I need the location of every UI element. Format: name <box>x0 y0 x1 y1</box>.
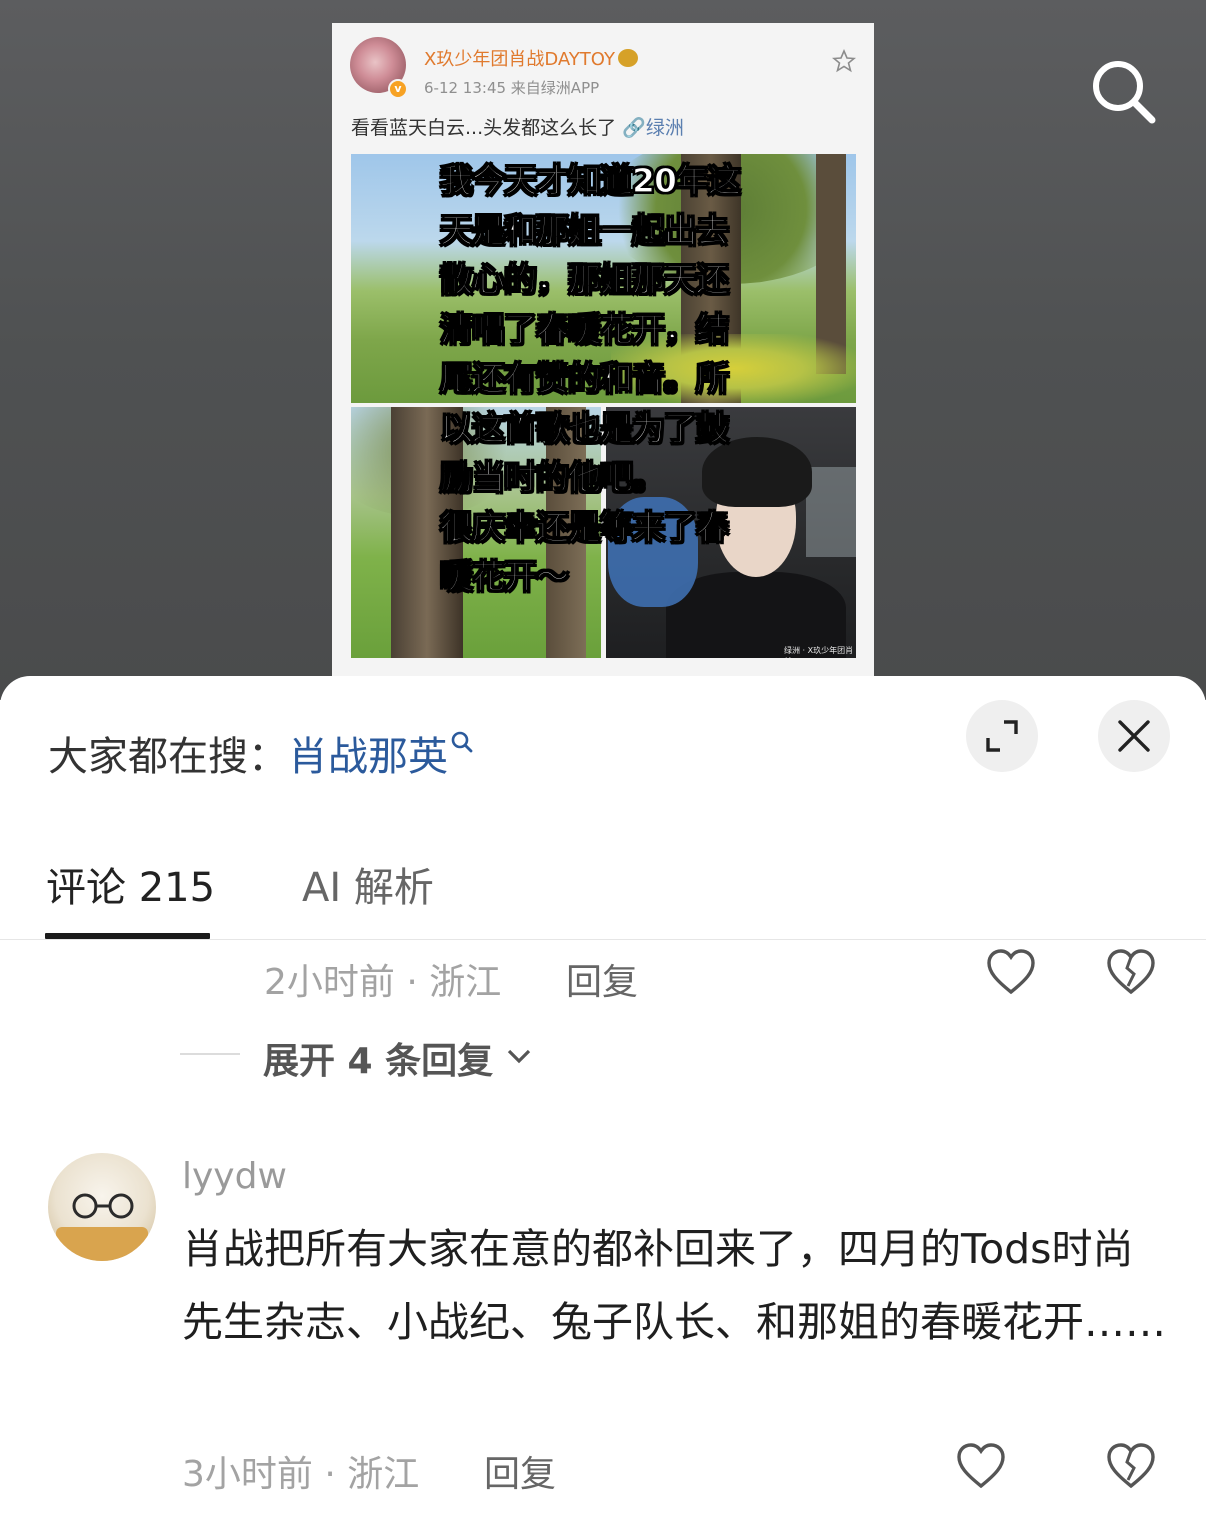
broken-heart-icon <box>1107 949 1155 995</box>
close-button[interactable] <box>1098 700 1170 772</box>
book-icon <box>56 1227 148 1261</box>
crown-icon <box>617 49 638 67</box>
favorite-button[interactable] <box>831 48 857 73</box>
like-button[interactable] <box>956 1442 1006 1494</box>
close-icon <box>1118 720 1150 752</box>
dislike-button[interactable] <box>1106 948 1156 1000</box>
trending-search[interactable]: 大家都在搜：肖战那英 <box>48 724 474 782</box>
post-text-body: 看看蓝天白云...头发都这么长了 <box>351 117 617 139</box>
like-button[interactable] <box>986 948 1036 1000</box>
photo-watermark: 绿洲 · X玖少年团肖战DAYTOY <box>784 646 854 658</box>
post-link[interactable]: 🔗绿洲 <box>622 117 684 139</box>
trending-label: 大家都在搜： <box>48 734 288 780</box>
replies-divider <box>180 1053 240 1055</box>
tab-ai-analysis[interactable]: AI 解析 <box>302 855 434 913</box>
search-icon <box>1093 61 1156 124</box>
comment-meta: 3小时前 · 浙江 <box>182 1454 420 1495</box>
heart-icon <box>987 949 1035 995</box>
tabs-divider <box>0 939 1206 940</box>
tab-comments[interactable]: 评论 215 <box>46 855 215 913</box>
expand-icon <box>986 720 1018 752</box>
comment-sheet <box>0 676 1206 1519</box>
comment-meta: 2小时前 · 浙江 <box>264 962 502 1003</box>
search-icon <box>451 731 473 753</box>
star-icon <box>831 48 857 73</box>
avatar[interactable] <box>48 1153 156 1261</box>
post-author-label: X玖少年团肖战DAYTOY <box>424 49 615 70</box>
chevron-down-icon <box>507 1049 530 1064</box>
search-button[interactable] <box>1086 54 1162 130</box>
expand-button[interactable] <box>966 700 1038 772</box>
dislike-button[interactable] <box>1106 1442 1156 1494</box>
post-author-avatar[interactable]: v <box>350 37 408 99</box>
post-meta: 6-12 13:45 来自绿洲APP <box>424 79 600 97</box>
trending-value[interactable]: 肖战那英 <box>288 734 448 780</box>
verified-badge-icon: v <box>388 79 408 99</box>
expand-replies-label: 展开 4 条回复 <box>263 1041 494 1082</box>
post-preview-backdrop: v X玖少年团肖战DAYTOY 6-12 13:45 来自绿洲APP 看看蓝天白… <box>0 0 1206 700</box>
post-card[interactable]: v X玖少年团肖战DAYTOY 6-12 13:45 来自绿洲APP 看看蓝天白… <box>332 23 874 683</box>
broken-heart-icon <box>1107 1443 1155 1489</box>
post-author-name[interactable]: X玖少年团肖战DAYTOY <box>424 45 638 71</box>
comment-body: 肖战把所有大家在意的都补回来了，四月的Tods时尚先生杂志、小战纪、兔子队长、和… <box>182 1225 1166 1346</box>
reply-button[interactable]: 回复 <box>484 1445 556 1497</box>
post-text: 看看蓝天白云...头发都这么长了 🔗绿洲 <box>351 113 684 140</box>
post-image-caption: 我今天才知道20年这 天是和那姐一起出去 散心的，那姐那天还 清唱了春暖花开，结… <box>439 160 741 596</box>
expand-replies-button[interactable]: 展开 4 条回复 <box>263 1032 532 1084</box>
heart-icon <box>957 1443 1005 1489</box>
reply-button[interactable]: 回复 <box>566 953 638 1005</box>
comment-author[interactable]: lyydw <box>182 1156 287 1197</box>
glasses-icon <box>72 1193 134 1219</box>
